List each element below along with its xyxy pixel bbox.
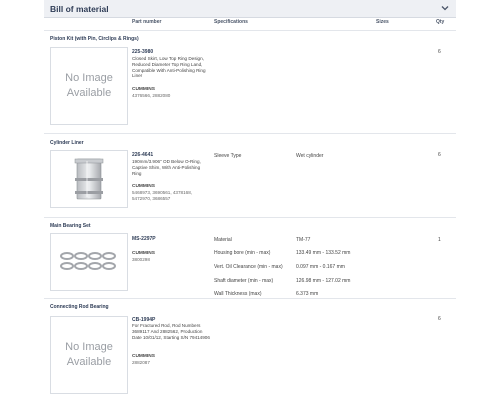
bearing-set-image	[60, 252, 116, 270]
section-title: Connecting Rod Bearing	[50, 304, 109, 310]
spec-label: Vert. Oil Clearance (min - max)	[214, 264, 283, 270]
chevron-down-icon[interactable]	[440, 3, 450, 13]
qty-value: 6	[438, 49, 441, 55]
no-image-text: No Image	[65, 72, 113, 84]
part-description: Closed Skirt, Low Top Ring Design, Reduc…	[132, 56, 206, 79]
section-title: Cylinder Liner	[50, 140, 84, 146]
part-description: 190mm/3.906" OD Below O-Ring, Captive Sh…	[132, 159, 201, 176]
spec-label: Shaft diameter (min - max)	[214, 278, 274, 284]
divider	[44, 133, 456, 134]
qty-value: 1	[438, 237, 441, 243]
cylinder-liner-image	[74, 158, 104, 200]
product-image-placeholder: No Image Available	[50, 316, 128, 394]
section-title: Main Bearing Set	[50, 223, 91, 229]
spec-value: TM-77	[296, 237, 311, 243]
part-number-link[interactable]: 225-3980	[132, 49, 153, 55]
spec-label: Material	[214, 237, 232, 243]
spec-value: 6.373 mm	[296, 291, 319, 297]
brand-name: CUMMINS	[132, 87, 155, 92]
spec-label: Housing bore (min - max)	[214, 250, 271, 256]
divider	[44, 217, 456, 218]
spec-value: 0.097 mm - 0.167 mm	[296, 264, 345, 270]
part-description: For Fractured Rod, Rod Numbers 3689117 A…	[132, 323, 210, 340]
available-text: Available	[66, 87, 112, 99]
brand-name: CUMMINS	[132, 354, 155, 359]
divider	[44, 30, 456, 31]
available-text: Available	[66, 356, 112, 368]
qty-value: 6	[438, 316, 441, 322]
brand-name: CUMMINS	[132, 184, 155, 189]
brand-part-numbers: 4376566, 2882080	[132, 93, 171, 98]
spec-value: 133.49 mm - 133.52 mm	[296, 250, 351, 256]
brand-part-numbers: 2882087	[132, 360, 150, 365]
part-number-link[interactable]: MS-2297P	[132, 236, 156, 242]
qty-value: 6	[438, 152, 441, 158]
spec-value: 126.98 mm - 127.02 mm	[296, 278, 351, 284]
product-image	[50, 233, 128, 291]
bom-title: Bill of material	[50, 4, 109, 14]
brand-part-numbers: 5468973, 3690561, 4378168, 5472970, 3686…	[132, 190, 193, 201]
brand-name: CUMMINS	[132, 251, 155, 256]
divider	[44, 298, 456, 299]
spec-value: Wet cylinder	[296, 153, 324, 159]
spec-label: Wall Thickness (max)	[214, 291, 262, 297]
no-image-text: No Image	[65, 341, 113, 353]
product-image-placeholder: No Image Available	[50, 47, 128, 125]
spec-label: Sleeve Type	[214, 153, 242, 159]
part-number-link[interactable]: 226-4641	[132, 152, 153, 158]
bom-header[interactable]: Bill of material	[44, 0, 456, 18]
section-title: Piston Kit (with Pin, Circlips & Rings)	[50, 36, 139, 42]
product-image	[50, 150, 128, 208]
brand-part-numbers: 3800298	[132, 257, 150, 262]
